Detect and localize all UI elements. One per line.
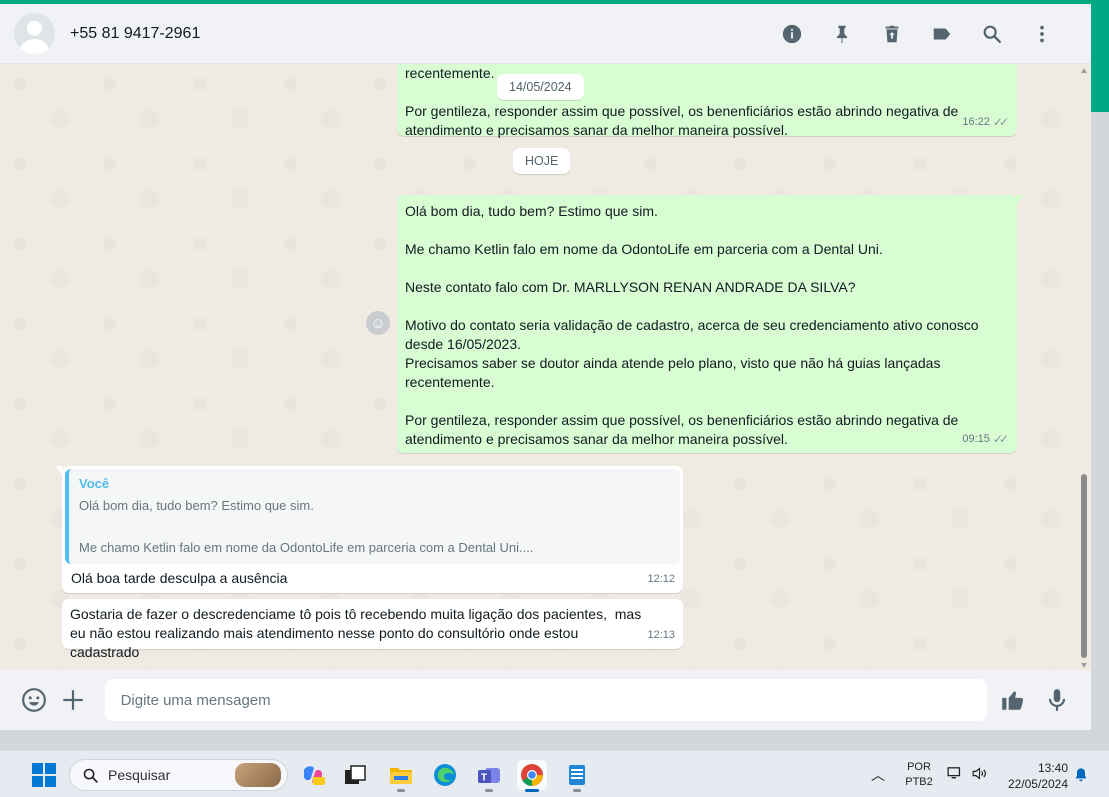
emoji-icon[interactable] [14, 680, 53, 720]
message-meta: 09:15 ✓✓ [962, 430, 1009, 449]
file-explorer-icon[interactable] [386, 760, 416, 792]
keyboard-layout: PTB2 [905, 776, 933, 788]
message-composer [0, 670, 1091, 730]
system-tray [946, 765, 988, 782]
date-chip-today: HOJE [513, 148, 571, 174]
attach-plus-icon[interactable] [53, 680, 92, 720]
search-highlight-image [235, 763, 281, 787]
message-meta: 16:22 ✓✓ [962, 113, 1009, 132]
info-icon[interactable] [777, 19, 807, 49]
message-time: 12:12 [647, 573, 675, 585]
avatar-shoulders [20, 39, 49, 54]
chat-scrollbar[interactable] [1080, 64, 1088, 670]
chat-area[interactable]: recentemente. Por gentileza, responder a… [0, 64, 1091, 670]
double-check-icon: ✓✓ [992, 432, 1009, 446]
message-text: Olá bom dia, tudo bem? Estimo que sim. M… [405, 203, 979, 447]
menu-icon[interactable] [1027, 19, 1057, 49]
quote-text: Olá bom dia, tudo bem? Estimo que sim. M… [79, 498, 534, 555]
message-text: Olá boa tarde desculpa a ausência [71, 570, 288, 586]
running-indicator [485, 789, 493, 792]
whatsapp-window: +55 81 9417-2961 recentemente. Por genti… [0, 4, 1091, 730]
contact-name[interactable]: +55 81 9417-2961 [70, 25, 200, 43]
double-check-icon: ✓✓ [992, 115, 1009, 129]
windows-start-icon[interactable] [32, 763, 56, 787]
svg-text:T: T [481, 773, 487, 784]
volume-icon[interactable] [971, 765, 988, 782]
search-icon [83, 768, 98, 783]
avatar[interactable] [14, 13, 55, 54]
message-bubble-incoming[interactable]: Você Olá bom dia, tudo bem? Estimo que s… [55, 466, 683, 593]
message-meta: 12:12 [647, 570, 675, 589]
message-time: 12:13 [647, 629, 675, 641]
quote-author: Você [79, 476, 110, 491]
notepad-app-icon[interactable] [562, 760, 592, 792]
task-view-icon[interactable] [340, 760, 370, 790]
clock-date: 22/05/2024 [1007, 777, 1068, 791]
message-time: 09:15 [962, 433, 990, 445]
scroll-up-arrow-icon[interactable] [1081, 68, 1087, 73]
message-bubble-incoming[interactable]: Gostaria de fazer o descredenciame tô po… [62, 599, 683, 660]
message-time: 16:22 [962, 116, 990, 128]
message-text-top: recentemente. [405, 65, 495, 81]
search-label: Pesquisar [108, 767, 171, 783]
taskbar-search[interactable]: Pesquisar [69, 759, 288, 791]
microphone-icon[interactable] [1037, 680, 1077, 720]
quoted-message[interactable]: Você Olá bom dia, tudo bem? Estimo que s… [65, 469, 680, 564]
emoji-reaction-icon[interactable]: ☺ [366, 311, 390, 335]
copilot-app-icon[interactable] [298, 760, 328, 790]
message-meta: 12:13 [647, 626, 675, 645]
network-icon[interactable] [946, 765, 963, 782]
delete-icon[interactable] [877, 19, 907, 49]
date-chip: 14/05/2024 [497, 74, 584, 100]
edge-browser-icon[interactable] [430, 760, 460, 790]
windows-taskbar: Pesquisar T ︿ POR PTB2 13:40 22/05/2024 [0, 750, 1109, 797]
notification-bell-icon[interactable] [1073, 767, 1089, 788]
scroll-down-arrow-icon[interactable] [1081, 663, 1087, 668]
message-text: Por gentileza, responder assim que possí… [405, 103, 963, 138]
header-actions [777, 19, 1077, 49]
running-indicator [573, 789, 581, 792]
search-icon[interactable] [977, 19, 1007, 49]
teams-app-icon[interactable]: T [474, 760, 504, 792]
label-icon[interactable] [927, 19, 957, 49]
input-language[interactable]: POR PTB2 [904, 760, 934, 790]
pin-icon[interactable] [827, 19, 857, 49]
taskbar-clock[interactable]: 13:40 22/05/2024 [1000, 760, 1068, 792]
right-accent-bar [1091, 0, 1109, 112]
chrome-browser-icon[interactable] [517, 760, 547, 792]
running-indicator [525, 789, 539, 792]
thumbs-up-icon[interactable] [993, 680, 1033, 720]
tray-chevron-up-icon[interactable]: ︿ [871, 765, 885, 785]
message-bubble-outgoing[interactable]: Olá bom dia, tudo bem? Estimo que sim. M… [397, 195, 1024, 453]
composer-actions [993, 680, 1077, 720]
clock-time: 13:40 [1037, 761, 1068, 775]
scroll-thumb[interactable] [1081, 474, 1087, 658]
avatar-head [27, 21, 42, 36]
running-indicator [397, 789, 405, 792]
message-input[interactable] [104, 679, 987, 721]
chat-header: +55 81 9417-2961 [0, 4, 1091, 64]
message-text: Gostaria de fazer o descredenciame tô po… [70, 606, 646, 660]
lang-code: POR [907, 761, 931, 773]
message-bubble-outgoing[interactable]: recentemente. Por gentileza, responder a… [397, 64, 1017, 138]
